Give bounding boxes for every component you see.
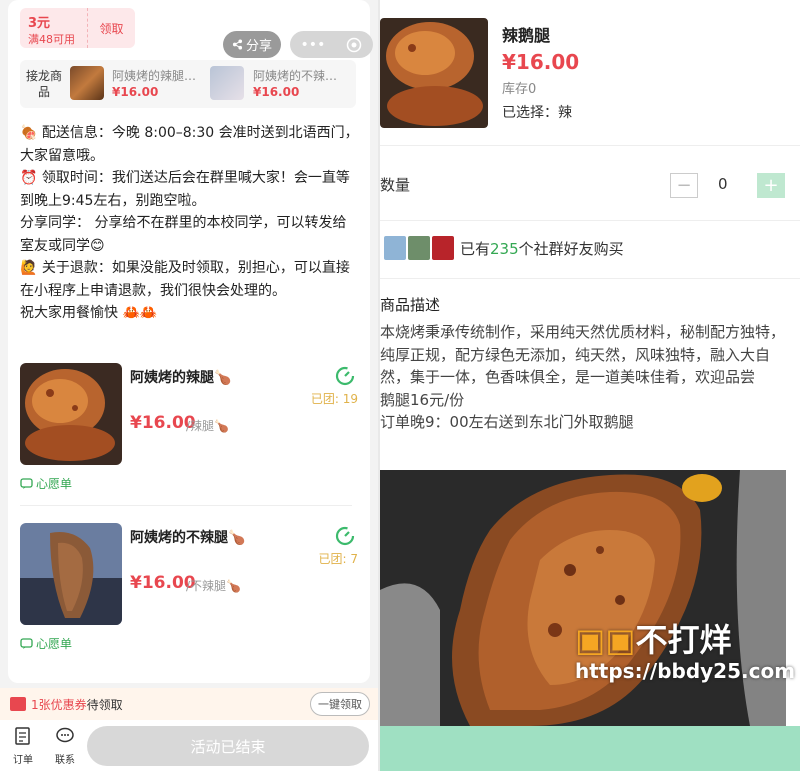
wishlist-button[interactable]: 心愿单 [20, 635, 72, 652]
avatar [432, 236, 454, 260]
notice-line: 分享同学： 分享给不在群里的本校同学，可以转发给室友或同学😊 [20, 215, 347, 254]
jielong-thumb[interactable] [210, 66, 244, 100]
coupon-amount: 3元 [28, 16, 51, 31]
quantity-value[interactable]: 0 [718, 175, 728, 193]
notice-line: ⏰ 领取时间：我们送达后会在群里喊大家！会一直等到晚上9:45左右，别跑空啦。 [20, 170, 350, 209]
coupon-card[interactable]: 3元 满48可用 领取 [20, 8, 135, 48]
watermark-url: https://bbdy25.com [575, 659, 796, 683]
selected-spec: 已选择：辣 [502, 105, 572, 121]
group-buy-page: 3元 满48可用 领取 分享 ••• 接龙商品 阿姨烤的辣腿… ¥16.00 阿… [0, 0, 378, 771]
miniapp-capsule[interactable]: ••• [290, 31, 373, 58]
group-count: 已团: 7 [318, 552, 359, 566]
action-bar[interactable] [380, 726, 800, 771]
quantity-label: 数量 [380, 176, 411, 194]
wishlist-label: 心愿单 [36, 637, 73, 651]
notice-line: 祝大家用餐愉快 🦀🦀 [20, 305, 158, 321]
share-label: 分享 [245, 39, 272, 54]
avatar [384, 236, 406, 260]
wishlist-label: 心愿单 [36, 477, 73, 491]
description-title: 商品描述 [380, 296, 441, 314]
wishlist-icon [20, 477, 33, 489]
wishlist-icon [20, 637, 33, 649]
quantity-decrease-button[interactable]: − [670, 173, 698, 198]
notice-line: 🙋 关于退款：如果没能及时领取，别担心，可以直接在小程序上申请退款，我们很快会处… [20, 260, 350, 299]
group-count: 已团: 19 [310, 392, 358, 406]
coupon-condition: 满48可用 [28, 33, 75, 46]
coupon-count: 1张优惠券 [31, 698, 87, 712]
chat-icon [56, 727, 74, 743]
buyer-avatars [384, 236, 456, 260]
coupon-claim-button[interactable]: 领取 [88, 8, 135, 48]
close-miniapp-icon[interactable] [346, 37, 362, 53]
more-icon[interactable]: ••• [301, 37, 326, 53]
activity-ended-button[interactable]: 活动已结束 [87, 726, 369, 766]
bottom-bar: 订单 联系 活动已结束 [0, 720, 378, 771]
refresh-icon [335, 366, 355, 386]
buyers-count-text: 已有235个社群好友购买 [460, 238, 624, 259]
product-detail-panel: 辣鹅腿 ¥16.00 库存0 已选择：辣 数量 − 0 + 已有235个社群好友… [380, 0, 800, 771]
claim-all-button[interactable]: 一键领取 [310, 692, 370, 716]
orders-label: 订单 [13, 755, 33, 766]
jielong-product-name[interactable]: 阿姨烤的辣腿… [112, 67, 196, 84]
product-image[interactable] [20, 523, 122, 625]
jielong-products: 接龙商品 阿姨烤的辣腿… ¥16.00 阿姨烤的不辣… ¥16.00 [20, 60, 356, 108]
product-unit: /不辣腿🍗 [186, 579, 241, 593]
jielong-product-name[interactable]: 阿姨烤的不辣… [253, 67, 337, 84]
divider [380, 278, 800, 279]
stock-count: 库存0 [502, 82, 537, 97]
divider [20, 505, 352, 506]
watermark: ▣▣不打烊 https://bbdy25.com [575, 615, 795, 683]
contact-label: 联系 [55, 755, 75, 766]
announcement-text: 🍖 配送信息：今晚 8:00–8:30 会准时送到北语西门，大家留意哦。 ⏰ 领… [20, 122, 360, 325]
product-photo [380, 470, 786, 726]
product-title: 辣鹅腿 [502, 26, 551, 45]
coupon-tag-icon [10, 697, 26, 711]
avatar [408, 236, 430, 260]
notice-line: 🍖 配送信息：今晚 8:00–8:30 会准时送到北语西门，大家留意哦。 [20, 125, 359, 164]
watermark-brand: 不打烊 [635, 621, 732, 659]
description-line: 鹅腿16元/份 [380, 390, 465, 409]
orders-nav[interactable]: 订单 [8, 726, 38, 766]
buyers-suffix: 个社群好友购买 [518, 240, 624, 258]
watermark-logo-icon: ▣▣ [575, 621, 636, 659]
jielong-product-price: ¥16.00 [253, 85, 300, 99]
coupon-bar: 1张优惠券待领取 一键领取 [0, 688, 378, 720]
jielong-product-price: ¥16.00 [112, 85, 159, 99]
buyers-count: 235 [490, 240, 519, 258]
product-name: 阿姨烤的辣腿🍗 [130, 370, 232, 386]
jielong-label: 接龙商品 [26, 69, 63, 99]
product-thumbnail[interactable] [380, 18, 488, 128]
refresh-icon [335, 526, 355, 546]
divider [380, 220, 800, 221]
share-icon [232, 39, 243, 50]
product-description: 本烧烤秉承传统制作，采用纯天然优质材料，秘制配方独特，纯厚正规，配方绿色无添加，… [380, 321, 785, 434]
quantity-increase-button[interactable]: + [757, 173, 785, 198]
product-name: 阿姨烤的不辣腿🍗 [130, 530, 246, 546]
product-item[interactable]: 阿姨烤的不辣腿🍗 ¥16.00 /不辣腿🍗 已团: 7 心愿单 [20, 523, 360, 651]
share-button[interactable]: 分享 [223, 31, 281, 58]
product-item[interactable]: 阿姨烤的辣腿🍗 ¥16.00 /辣腿🍗 已团: 19 心愿单 [20, 363, 360, 491]
coupon-status: 待领取 [86, 698, 123, 712]
orders-icon [15, 727, 30, 745]
description-line: 订单晚9：00左右送到东北门外取鹅腿 [380, 413, 634, 431]
buyers-prefix: 已有 [460, 240, 491, 258]
contact-nav[interactable]: 联系 [50, 726, 80, 766]
product-unit: /辣腿🍗 [186, 419, 229, 433]
divider [380, 145, 800, 146]
product-image[interactable] [20, 363, 122, 465]
product-price: ¥16.00 [502, 50, 580, 74]
description-line: 本烧烤秉承传统制作，采用纯天然优质材料，秘制配方独特，纯厚正规，配方绿色无添加，… [380, 323, 786, 386]
jielong-thumb[interactable] [70, 66, 104, 100]
wishlist-button[interactable]: 心愿单 [20, 475, 72, 492]
